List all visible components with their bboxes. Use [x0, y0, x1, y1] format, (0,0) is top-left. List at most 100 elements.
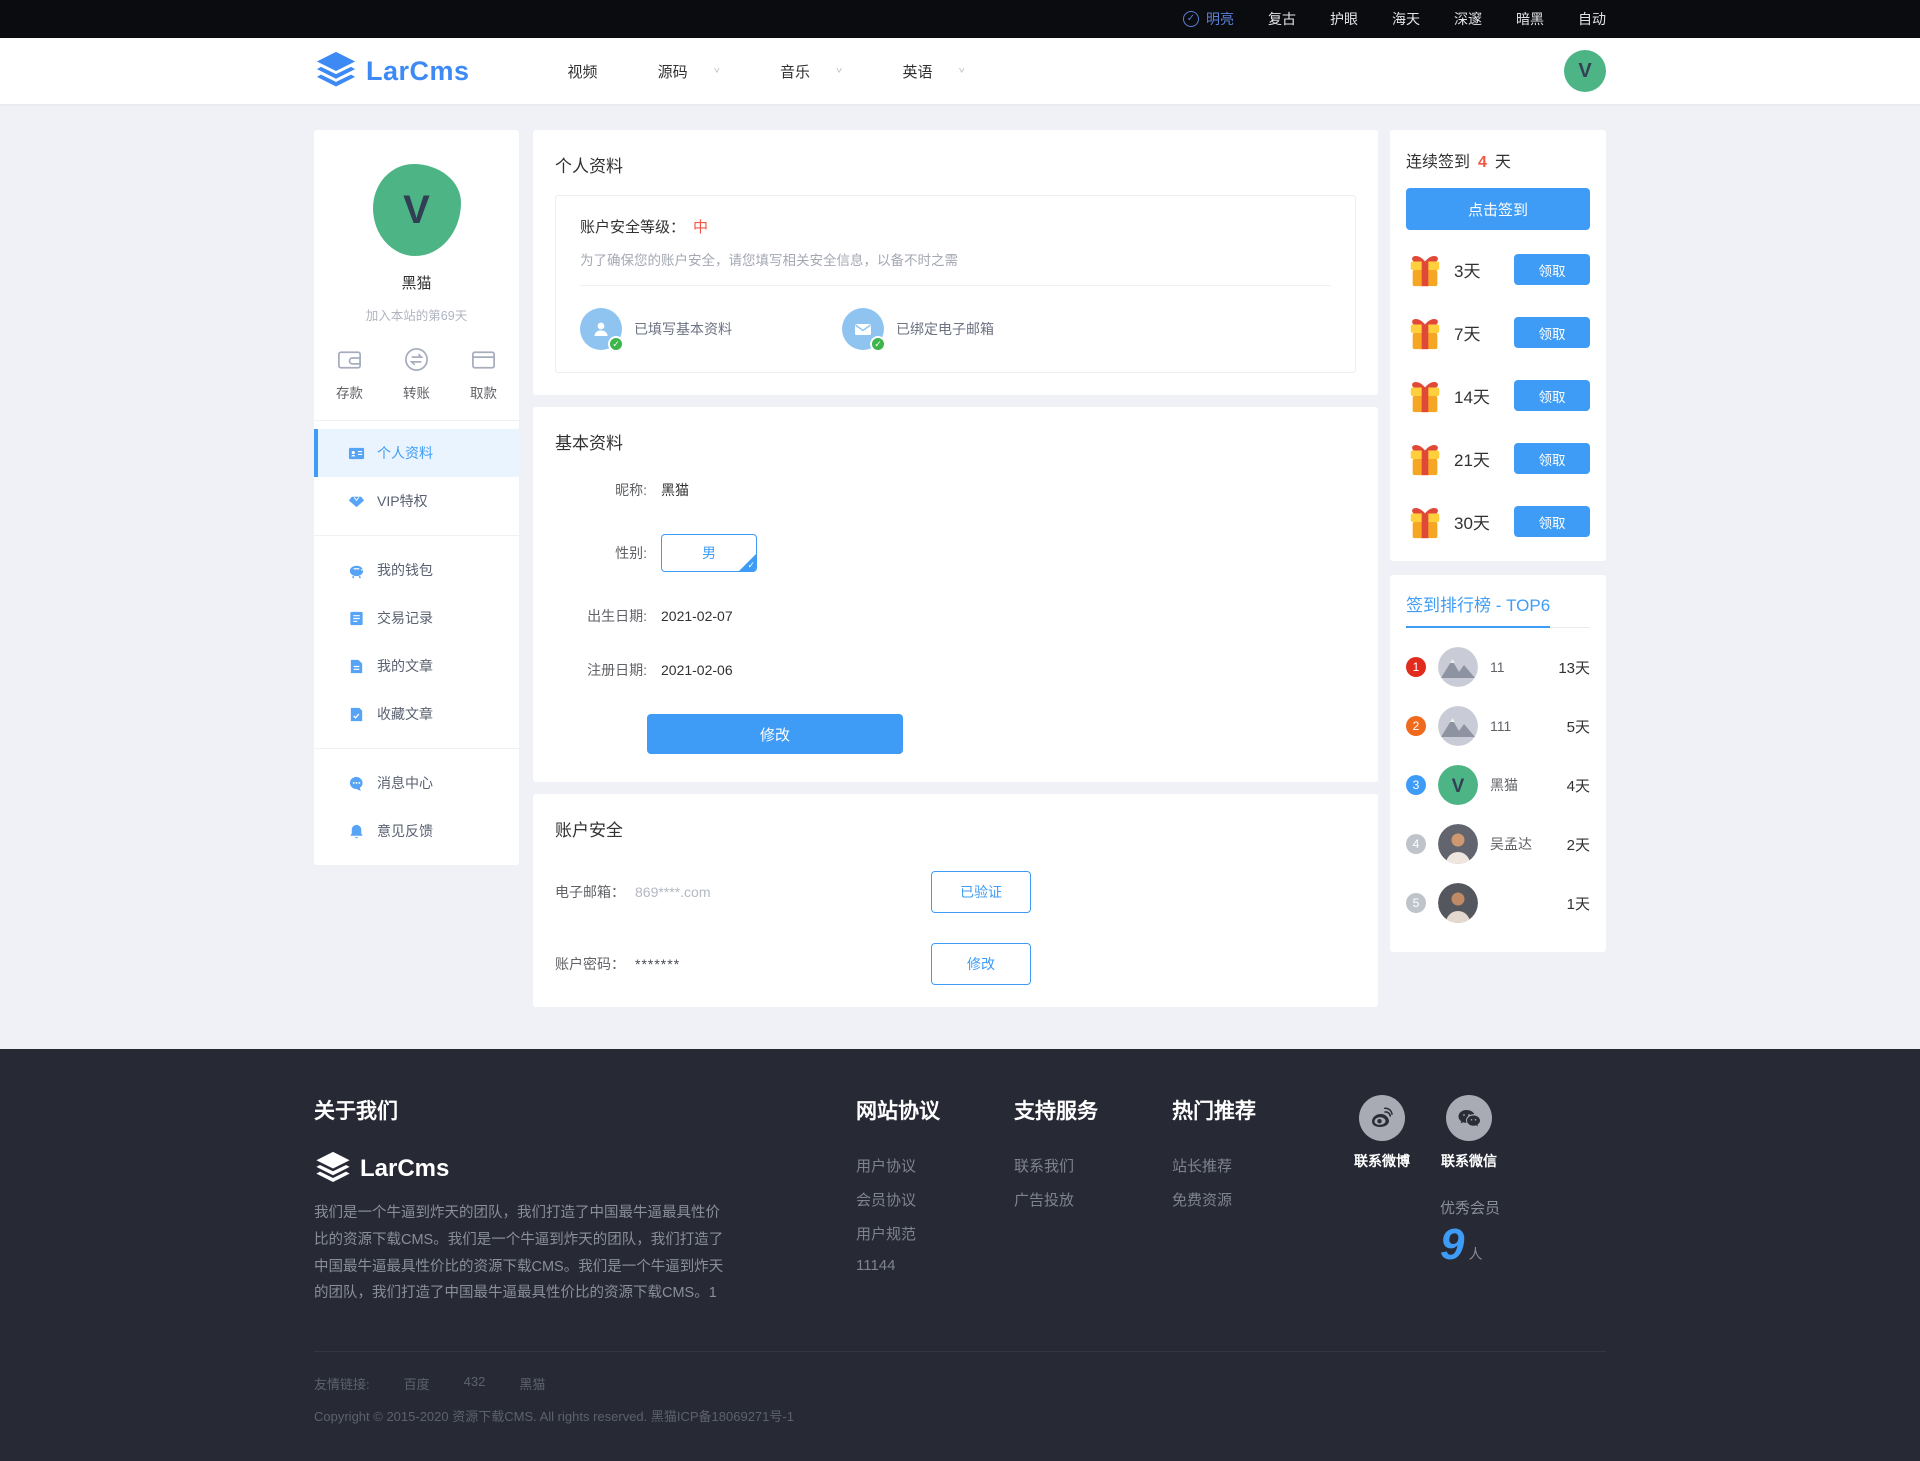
footer-link[interactable]: 站长推荐 [1172, 1155, 1256, 1176]
sidebar-item-wallet[interactable]: 我的钱包 [314, 546, 519, 594]
avatar [1438, 824, 1478, 864]
weibo-icon [1359, 1095, 1405, 1141]
signin-button[interactable]: 点击签到 [1406, 188, 1590, 230]
footer-bottom: 友情链接: 百度 432 黑猫 Copyright © 2015-2020 资源… [314, 1351, 1606, 1461]
chevron-down-icon: ˅ [836, 66, 842, 76]
theme-item-auto[interactable]: 自动 [1578, 9, 1606, 29]
sidebar-menu: 个人资料 VIP特权 我的钱包 [314, 420, 519, 855]
security-level-box: 账户安全等级：中 为了确保您的账户安全，请您填写相关安全信息，以备不时之需 ✓ … [555, 195, 1356, 373]
check-icon: ✓ [608, 336, 624, 352]
members-count: 9 [1440, 1220, 1464, 1270]
footer-link[interactable]: 11144 [856, 1257, 940, 1274]
gender-select[interactable]: 男 ✓ [661, 534, 757, 572]
claim-button[interactable]: 领取 [1514, 317, 1590, 348]
wechat-contact[interactable]: 联系微信 [1438, 1095, 1500, 1171]
friend-links-label: 友情链接: [314, 1374, 370, 1393]
nav-item-music[interactable]: 音乐 ˅ [754, 61, 868, 82]
site-logo[interactable]: LarCms [314, 51, 470, 91]
theme-item-retro[interactable]: 复古 [1268, 9, 1296, 29]
footer-link[interactable]: 用户规范 [856, 1223, 940, 1244]
logo-text: LarCms [366, 56, 470, 87]
sidebar-item-transactions[interactable]: 交易记录 [314, 594, 519, 642]
footer-contacts: 联系微博 联系微信 优秀会员 9 人 [1354, 1095, 1500, 1307]
profile-panel: 个人资料 账户安全等级：中 为了确保您的账户安全，请您填写相关安全信息，以备不时… [533, 130, 1378, 395]
footer-link[interactable]: 联系我们 [1014, 1155, 1098, 1176]
streak-prefix: 连续签到 [1406, 148, 1470, 172]
reward-row-3d: 3天 领取 [1406, 238, 1590, 301]
leaderboard-card: 签到排行榜 - TOP6 1 11 13天 2 111 5天 [1390, 575, 1606, 952]
quick-actions: 存款 转账 [314, 324, 519, 420]
sidebar-item-vip[interactable]: VIP特权 [314, 477, 519, 525]
footer-col-recommend: 热门推荐 站长推荐 免费资源 [1172, 1095, 1256, 1307]
security-level-label: 账户安全等级： [580, 219, 685, 236]
sidebar-username: 黑猫 [314, 272, 519, 293]
claim-button[interactable]: 领取 [1514, 443, 1590, 474]
security-hint: 为了确保您的账户安全，请您填写相关安全信息，以备不时之需 [580, 249, 1331, 286]
footer-link[interactable]: 免费资源 [1172, 1189, 1256, 1210]
footer-link[interactable]: 广告投放 [1014, 1189, 1098, 1210]
footer-link[interactable]: 用户协议 [856, 1155, 940, 1176]
transfer-button[interactable]: 转账 [403, 346, 430, 402]
nav-item-video[interactable]: 视频 [542, 61, 624, 82]
favorites-icon [348, 706, 365, 723]
site-footer: 关于我们 LarCms 我们是一个牛逼到炸天的团队，我们打造了中国最牛逼最具性价… [0, 1049, 1920, 1461]
nav-item-english[interactable]: 英语 ˅ [876, 61, 990, 82]
nickname-label: 昵称: [555, 480, 647, 500]
claim-button[interactable]: 领取 [1514, 380, 1590, 411]
leaderboard-row: 5 1天 [1406, 883, 1590, 923]
footer-about-text: 我们是一个牛逼到炸天的团队，我们打造了中国最牛逼最具性价比的资源下载CMS。我们… [314, 1200, 734, 1307]
piggy-bank-icon [348, 562, 365, 579]
friend-link[interactable]: 百度 [404, 1374, 430, 1393]
sidebar-item-favorites[interactable]: 收藏文章 [314, 690, 519, 738]
withdraw-button[interactable]: 取款 [470, 346, 497, 402]
nav-item-source[interactable]: 源码 ˅ [632, 61, 746, 82]
footer-logo: LarCms [314, 1151, 734, 1186]
friend-link[interactable]: 432 [464, 1374, 486, 1393]
gift-icon [1406, 251, 1444, 289]
claim-button[interactable]: 领取 [1514, 506, 1590, 537]
badge-basic-info: ✓ 已填写基本资料 [580, 308, 732, 350]
sidebar-item-profile[interactable]: 个人资料 [314, 429, 519, 477]
theme-item-eyecare[interactable]: 护眼 [1330, 9, 1358, 29]
leaderboard-row: 1 11 13天 [1406, 647, 1590, 687]
footer-logo-text: LarCms [360, 1155, 449, 1183]
check-circle-icon: ✓ [1183, 11, 1199, 27]
friend-link[interactable]: 黑猫 [519, 1374, 545, 1393]
members-counter: 优秀会员 9 人 [1440, 1197, 1500, 1270]
leaderboard-row: 4 吴孟达 2天 [1406, 824, 1590, 864]
weibo-contact[interactable]: 联系微博 [1354, 1095, 1410, 1171]
sidebar-join-days: 加入本站的第69天 [314, 305, 519, 324]
basic-info-panel: 基本资料 昵称: 黑猫 性别: 男 ✓ 出生日期: [533, 407, 1378, 782]
page-title: 个人资料 [555, 152, 1356, 177]
sidebar-item-feedback[interactable]: 意见反馈 [314, 807, 519, 855]
save-profile-button[interactable]: 修改 [647, 714, 903, 754]
check-icon: ✓ [870, 336, 886, 352]
footer-col-support: 支持服务 联系我们 广告投放 [1014, 1095, 1098, 1307]
gift-icon [1406, 503, 1444, 541]
theme-item-dark[interactable]: 暗黑 [1516, 9, 1544, 29]
transfer-icon [403, 346, 430, 373]
footer-link[interactable]: 会员协议 [856, 1189, 940, 1210]
footer-col-agreements: 网站协议 用户协议 会员协议 用户规范 11144 [856, 1095, 940, 1307]
theme-item-ocean[interactable]: 海天 [1392, 9, 1420, 29]
theme-item-label: 明亮 [1206, 9, 1234, 29]
copyright-text: Copyright © 2015-2020 资源下载CMS. All right… [314, 1406, 1606, 1425]
message-bubble-icon [348, 775, 365, 792]
theme-item-bright[interactable]: ✓ 明亮 [1183, 9, 1234, 29]
user-avatar[interactable]: V [1564, 50, 1606, 92]
deposit-button[interactable]: 存款 [336, 346, 363, 402]
rank-badge: 4 [1406, 834, 1426, 854]
theme-item-deep[interactable]: 深邃 [1454, 9, 1482, 29]
menu-divider [314, 535, 519, 536]
email-verified-button[interactable]: 已验证 [931, 871, 1031, 913]
account-security-panel: 账户安全 电子邮箱： 869****.com 已验证 账户密码： *******… [533, 794, 1378, 1007]
claim-button[interactable]: 领取 [1514, 254, 1590, 285]
sidebar-item-messages[interactable]: 消息中心 [314, 759, 519, 807]
avatar: V [1438, 765, 1478, 805]
chevron-down-icon: ˅ [958, 66, 964, 76]
wallet-icon [336, 346, 363, 373]
sidebar-item-articles[interactable]: 我的文章 [314, 642, 519, 690]
change-password-button[interactable]: 修改 [931, 943, 1031, 985]
password-value: ******* [635, 956, 680, 972]
transactions-icon [348, 610, 365, 627]
